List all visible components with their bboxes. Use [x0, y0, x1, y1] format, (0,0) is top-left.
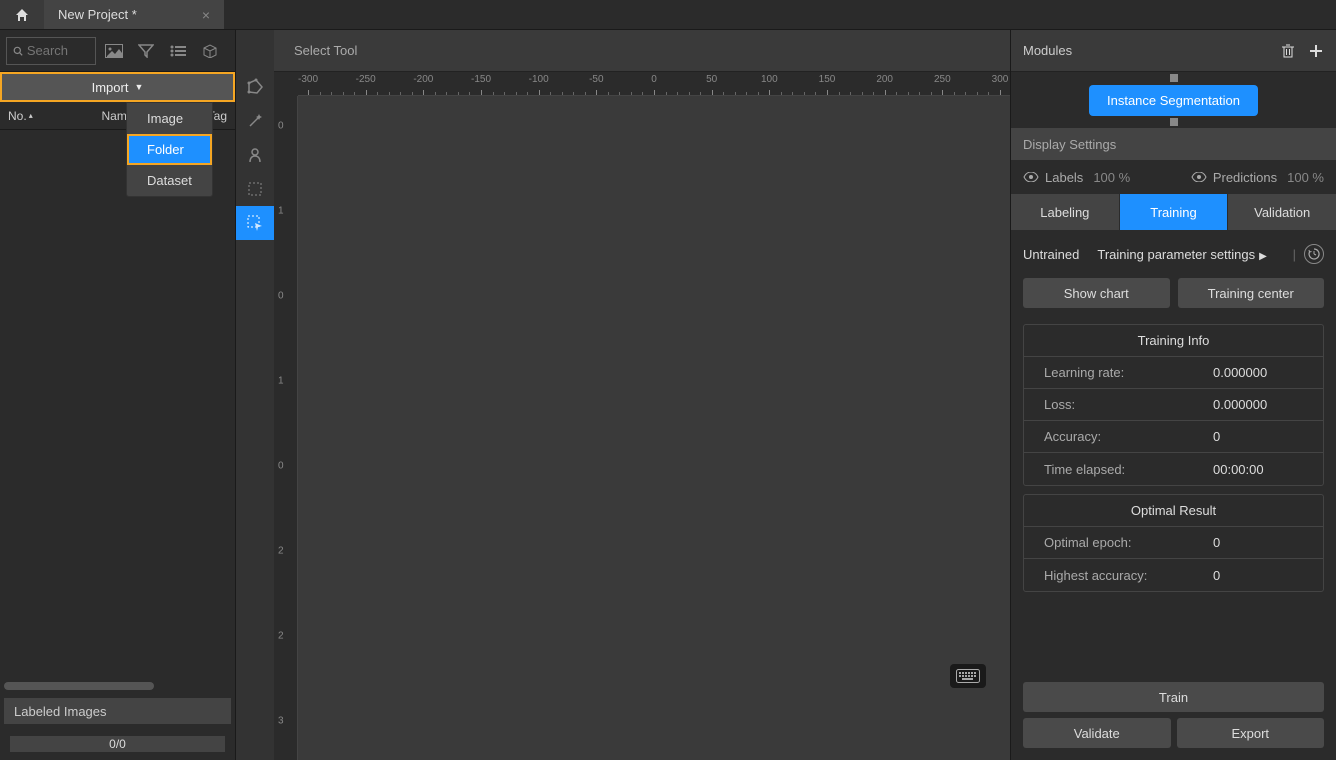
chevron-down-icon: ▼: [134, 82, 143, 92]
marquee-tool[interactable]: [236, 172, 274, 206]
home-button[interactable]: [0, 0, 44, 29]
close-icon[interactable]: ×: [202, 7, 210, 23]
person-tool[interactable]: [236, 138, 274, 172]
wand-tool[interactable]: [236, 104, 274, 138]
validate-button[interactable]: Validate: [1023, 718, 1171, 748]
canvas-title: Select Tool: [274, 30, 1010, 72]
image-list: [0, 130, 235, 682]
package-icon[interactable]: [196, 37, 224, 65]
training-center-button[interactable]: Training center: [1178, 278, 1325, 308]
tool-column: [236, 30, 274, 760]
list-scrollbar[interactable]: [0, 682, 235, 692]
tab-validation[interactable]: Validation: [1228, 194, 1336, 230]
canvas-area: Select Tool -300-250-200-150-100-5005010…: [274, 30, 1010, 760]
list-icon[interactable]: [164, 37, 192, 65]
predictions-visibility[interactable]: Predictions 100 %: [1191, 170, 1324, 185]
right-panel: Modules Instance Segmentation Display Se…: [1010, 30, 1336, 760]
import-menu-folder[interactable]: Folder: [127, 134, 212, 165]
eye-icon: [1023, 172, 1039, 182]
eye-icon: [1191, 172, 1207, 182]
keyboard-icon[interactable]: [950, 664, 986, 688]
visibility-row: Labels 100 % Predictions 100 %: [1011, 160, 1336, 194]
import-menu-dataset[interactable]: Dataset: [127, 165, 212, 196]
import-label: Import: [92, 80, 129, 95]
modules-title: Modules: [1023, 43, 1072, 58]
chevron-right-icon: ▶: [1259, 251, 1267, 262]
filter-icon[interactable]: [132, 37, 160, 65]
tab-title: New Project *: [58, 7, 137, 22]
ruler-vertical: 01010223: [274, 96, 298, 760]
node-output-dot[interactable]: [1170, 118, 1178, 126]
optimal-title: Optimal Result: [1024, 495, 1323, 527]
canvas[interactable]: [298, 96, 1010, 760]
col-no[interactable]: No.▴: [0, 109, 48, 123]
history-icon[interactable]: [1304, 244, 1324, 264]
module-node[interactable]: Instance Segmentation: [1089, 85, 1258, 116]
left-panel: Import ▼ Image Folder Dataset No.▴ Name …: [0, 30, 236, 760]
project-tab[interactable]: New Project * ×: [44, 0, 224, 29]
training-status: Untrained: [1023, 247, 1079, 262]
modules-header: Modules: [1011, 30, 1336, 72]
labels-visibility[interactable]: Labels 100 %: [1023, 170, 1130, 185]
train-button[interactable]: Train: [1023, 682, 1324, 712]
param-settings-link[interactable]: Training parameter settings▶: [1097, 247, 1266, 262]
training-info-title: Training Info: [1024, 325, 1323, 357]
export-button[interactable]: Export: [1177, 718, 1325, 748]
import-menu: Image Folder Dataset: [126, 102, 213, 197]
training-status-row: Untrained Training parameter settings▶ |: [1011, 230, 1336, 278]
optimal-result-box: Optimal Result Optimal epoch:0 Highest a…: [1023, 494, 1324, 592]
tab-labeling[interactable]: Labeling: [1011, 194, 1119, 230]
titlebar: New Project * ×: [0, 0, 1336, 30]
select-tool[interactable]: [236, 206, 274, 240]
trash-icon[interactable]: [1280, 43, 1296, 59]
image-toggle-icon[interactable]: [100, 37, 128, 65]
labeled-images-header[interactable]: Labeled Images: [4, 698, 231, 724]
import-button[interactable]: Import ▼: [0, 72, 235, 102]
polygon-tool[interactable]: [236, 70, 274, 104]
training-info-box: Training Info Learning rate:0.000000 Los…: [1023, 324, 1324, 486]
node-input-dot[interactable]: [1170, 74, 1178, 82]
show-chart-button[interactable]: Show chart: [1023, 278, 1170, 308]
plus-icon[interactable]: [1308, 43, 1324, 59]
import-menu-image[interactable]: Image: [127, 103, 212, 134]
labeled-progress: 0/0: [10, 736, 225, 752]
search-input[interactable]: [6, 37, 96, 65]
mode-tabs: Labeling Training Validation: [1011, 194, 1336, 230]
display-settings-header: Display Settings: [1011, 128, 1336, 160]
ruler-horizontal: -300-250-200-150-100-5005010015020025030…: [298, 72, 1010, 96]
tab-training[interactable]: Training: [1120, 194, 1228, 230]
